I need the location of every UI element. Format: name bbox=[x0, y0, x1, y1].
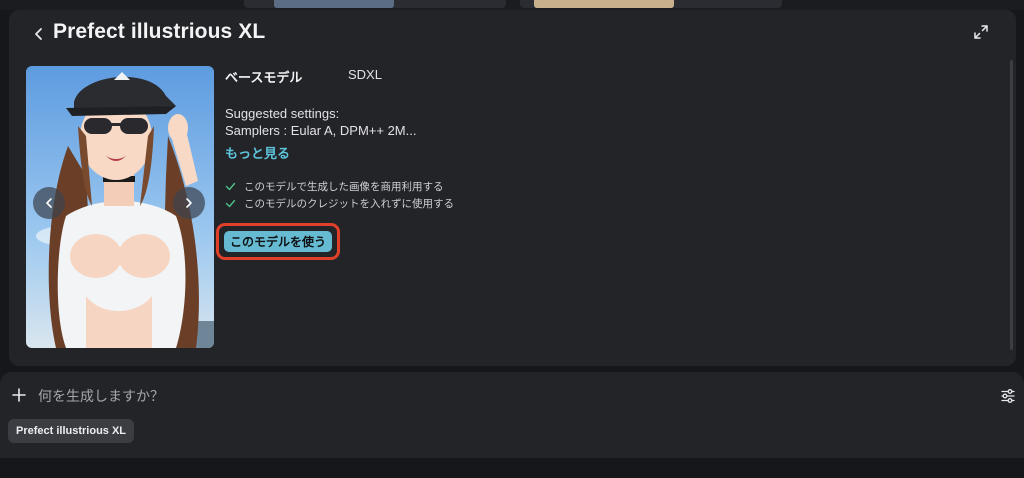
permission-label: このモデルのクレジットを入れずに使用する bbox=[244, 198, 454, 210]
chevron-left-icon bbox=[46, 198, 52, 208]
suggested-samplers: Samplers : Eular A, DPM++ 2M... bbox=[225, 123, 417, 138]
background-thumbnail-image bbox=[274, 0, 394, 8]
chevron-right-icon bbox=[186, 198, 192, 208]
background-strip bbox=[0, 0, 1024, 10]
permission-no-credit: このモデルのクレジットを入れずに使用する bbox=[225, 196, 454, 211]
add-button[interactable] bbox=[10, 386, 28, 404]
modal-scrollbar[interactable] bbox=[1010, 60, 1013, 350]
sliders-icon bbox=[1001, 389, 1015, 403]
background-thumbnail[interactable] bbox=[520, 0, 782, 8]
selected-model-chip[interactable]: Prefect illustrious XL bbox=[8, 419, 135, 443]
base-model-label: ベースモデル bbox=[225, 70, 303, 85]
prompt-input[interactable] bbox=[36, 384, 940, 408]
expand-button[interactable] bbox=[971, 22, 991, 42]
background-thumbnail[interactable] bbox=[244, 0, 506, 8]
previous-image-button[interactable] bbox=[33, 187, 65, 219]
check-icon bbox=[225, 199, 236, 208]
settings-button[interactable] bbox=[998, 386, 1018, 406]
prompt-composer: Prefect illustrious XL bbox=[0, 372, 1024, 458]
chevron-left-icon bbox=[35, 28, 42, 40]
suggested-settings-title: Suggested settings: bbox=[225, 106, 340, 121]
permission-commercial-use: このモデルで生成した画像を商用利用する bbox=[225, 179, 444, 194]
bottom-background bbox=[0, 458, 1024, 478]
next-image-button[interactable] bbox=[173, 187, 205, 219]
expand-icon bbox=[974, 25, 988, 39]
permission-label: このモデルで生成した画像を商用利用する bbox=[244, 181, 444, 193]
use-model-highlight: このモデルを使う bbox=[216, 223, 340, 260]
show-more-link[interactable]: もっと見る bbox=[225, 143, 290, 162]
back-button[interactable] bbox=[27, 22, 51, 46]
plus-icon bbox=[12, 388, 26, 402]
check-icon bbox=[225, 182, 236, 191]
base-model-value: SDXL bbox=[348, 67, 382, 82]
background-thumbnail-image bbox=[534, 0, 674, 8]
model-detail-modal: Prefect illustrious XL ベースモデル SDXL Sugge… bbox=[9, 10, 1016, 366]
use-model-button[interactable]: このモデルを使う bbox=[224, 231, 332, 252]
model-title: Prefect illustrious XL bbox=[53, 20, 266, 43]
